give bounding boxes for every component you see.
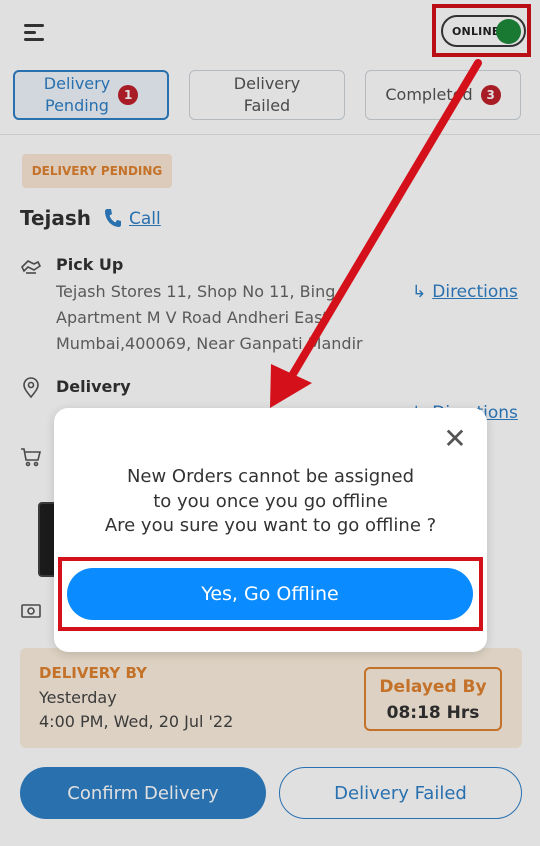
go-offline-dialog: ✕ New Orders cannot be assigned to you o…	[54, 408, 487, 652]
dialog-message-line: New Orders cannot be assigned	[126, 466, 415, 487]
dialog-message-line: Are you sure you want to go offline ?	[104, 515, 437, 536]
close-icon[interactable]: ✕	[442, 425, 468, 453]
dialog-message-line: to you once you go offline	[153, 491, 388, 512]
go-offline-button[interactable]: Yes, Go Offline	[67, 568, 473, 620]
